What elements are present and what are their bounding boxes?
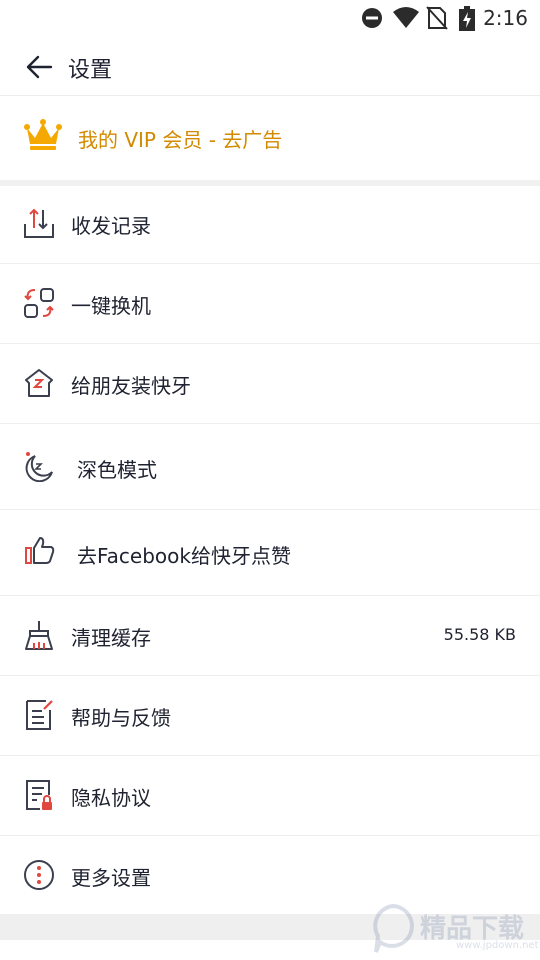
watermark: 精品下载 www.jpdown.net: [364, 902, 539, 956]
status-bar: 2:16: [0, 0, 540, 36]
header: 设置: [0, 36, 540, 96]
phone-clone-icon: [24, 288, 54, 318]
menu-item-label: 收发记录: [71, 214, 151, 238]
do-not-disturb-icon: [362, 8, 382, 28]
menu-item-transfer-history[interactable]: 收发记录: [0, 186, 540, 264]
watermark-logo-icon: [373, 904, 414, 953]
cache-size-value: 55.58 KB: [443, 625, 516, 644]
menu-item-help-feedback[interactable]: 帮助与反馈: [0, 676, 540, 756]
menu-item-label: 更多设置: [71, 866, 151, 890]
menu-item-label: 给朋友装快牙: [71, 374, 191, 398]
feedback-icon: [26, 700, 53, 730]
menu-item-facebook-like[interactable]: 去Facebook给快牙点赞: [0, 510, 540, 596]
menu-item-install-for-friend[interactable]: 给朋友装快牙: [0, 344, 540, 424]
thumbs-up-icon: [25, 537, 55, 564]
privacy-document-icon: [26, 780, 52, 810]
page-title: 设置: [68, 58, 113, 83]
status-time: 2:16: [483, 6, 528, 30]
menu-item-dark-mode[interactable]: 深色模式: [0, 424, 540, 510]
menu-item-label: 清理缓存: [71, 626, 151, 650]
menu-item-phone-clone[interactable]: 一键换机: [0, 264, 540, 344]
menu-item-clear-cache[interactable]: 清理缓存 55.58 KB: [0, 596, 540, 676]
menu-item-label: 帮助与反馈: [71, 706, 171, 730]
moon-icon: [25, 452, 53, 482]
crown-icon: [24, 119, 62, 150]
menu-item-label: 一键换机: [71, 294, 151, 318]
install-for-friend-icon: [25, 369, 53, 397]
menu-item-label: 去Facebook给快牙点赞: [77, 544, 291, 568]
vip-membership-row[interactable]: 我的 VIP 会员 - 去广告: [0, 96, 540, 180]
menu-item-label: 深色模式: [77, 458, 157, 482]
vip-label: 我的 VIP 会员 - 去广告: [78, 128, 283, 152]
transfer-history-icon: [24, 208, 54, 238]
arrow-left-icon[interactable]: [24, 52, 54, 82]
watermark-sub: www.jpdown.net: [456, 940, 539, 951]
no-sim-icon: [426, 6, 448, 30]
menu-item-label: 隐私协议: [71, 786, 151, 810]
menu-item-privacy-policy[interactable]: 隐私协议: [0, 756, 540, 836]
broom-icon: [25, 621, 53, 650]
battery-charging-icon: [459, 6, 475, 31]
wifi-icon: [393, 7, 419, 28]
more-icon: [24, 860, 54, 890]
